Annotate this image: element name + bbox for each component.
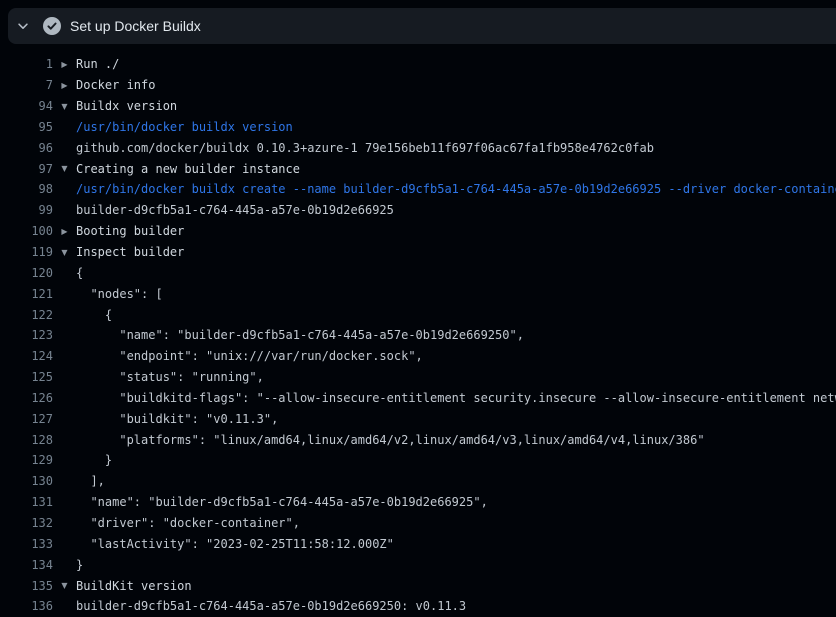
step-title: Set up Docker Buildx <box>70 18 201 34</box>
log-line: 100▶Booting builder <box>0 221 836 242</box>
log-body: 1▶Run ./7▶Docker info94▼Buildx version95… <box>0 44 836 617</box>
line-number[interactable]: 125 <box>0 370 53 384</box>
line-number[interactable]: 120 <box>0 266 53 280</box>
log-line: 136 builder-d9cfb5a1-c764-445a-a57e-0b19d… <box>0 596 836 617</box>
output-text: "lastActivity": "2023-02-25T11:58:12.000… <box>76 537 394 551</box>
output-text: } <box>76 558 83 572</box>
log-line: 128 "platforms": "linux/amd64,linux/amd6… <box>0 429 836 450</box>
line-number[interactable]: 123 <box>0 328 53 342</box>
group-title[interactable]: BuildKit version <box>76 579 192 593</box>
output-text: "nodes": [ <box>76 287 163 301</box>
log-line: 1▶Run ./ <box>0 54 836 75</box>
log-line: 126 "buildkitd-flags": "--allow-insecure… <box>0 388 836 409</box>
line-number[interactable]: 134 <box>0 558 53 572</box>
step-header[interactable]: Set up Docker Buildx <box>8 8 836 44</box>
log-line: 94▼Buildx version <box>0 96 836 117</box>
output-text: { <box>76 266 83 280</box>
group-title[interactable]: Inspect builder <box>76 245 184 259</box>
group-title[interactable]: Booting builder <box>76 224 184 238</box>
output-text: "status": "running", <box>76 370 264 384</box>
line-number[interactable]: 131 <box>0 495 53 509</box>
line-number[interactable]: 127 <box>0 412 53 426</box>
line-number[interactable]: 128 <box>0 433 53 447</box>
log-line: 124 "endpoint": "unix:///var/run/docker.… <box>0 346 836 367</box>
log-line: 122 { <box>0 304 836 325</box>
line-number[interactable]: 1 <box>0 57 53 71</box>
output-text: "buildkit": "v0.11.3", <box>76 412 278 426</box>
output-text: "endpoint": "unix:///var/run/docker.sock… <box>76 349 423 363</box>
log-line: 129 } <box>0 450 836 471</box>
command-text: /usr/bin/docker buildx create --name bui… <box>76 182 836 196</box>
line-number[interactable]: 121 <box>0 287 53 301</box>
output-text: ], <box>76 474 105 488</box>
line-number[interactable]: 126 <box>0 391 53 405</box>
log-line: 96 github.com/docker/buildx 0.10.3+azure-… <box>0 137 836 158</box>
line-number[interactable]: 129 <box>0 453 53 467</box>
group-collapsed-icon[interactable]: ▶ <box>53 60 76 69</box>
line-number[interactable]: 136 <box>0 599 53 613</box>
output-text: "name": "builder-d9cfb5a1-c764-445a-a57e… <box>76 328 524 342</box>
log-line: 130 ], <box>0 471 836 492</box>
log-line: 97▼Creating a new builder instance <box>0 158 836 179</box>
log-line: 119▼Inspect builder <box>0 242 836 263</box>
line-number[interactable]: 96 <box>0 141 53 155</box>
group-title[interactable]: Creating a new builder instance <box>76 162 300 176</box>
log-line: 121 "nodes": [ <box>0 283 836 304</box>
log-line: 133 "lastActivity": "2023-02-25T11:58:12… <box>0 533 836 554</box>
line-number[interactable]: 135 <box>0 579 53 593</box>
line-number[interactable]: 122 <box>0 308 53 322</box>
output-text: builder-d9cfb5a1-c764-445a-a57e-0b19d2e6… <box>76 599 466 613</box>
line-number[interactable]: 95 <box>0 120 53 134</box>
line-number[interactable]: 119 <box>0 245 53 259</box>
log-line: 125 "status": "running", <box>0 367 836 388</box>
output-text: "platforms": "linux/amd64,linux/amd64/v2… <box>76 433 705 447</box>
log-line: 7▶Docker info <box>0 75 836 96</box>
chevron-down-icon <box>16 19 30 33</box>
log-line: 98/usr/bin/docker buildx create --name b… <box>0 179 836 200</box>
line-number[interactable]: 7 <box>0 78 53 92</box>
group-title[interactable]: Run ./ <box>76 57 119 71</box>
group-title[interactable]: Docker info <box>76 78 155 92</box>
line-number[interactable]: 97 <box>0 162 53 176</box>
output-text: "name": "builder-d9cfb5a1-c764-445a-a57e… <box>76 495 488 509</box>
line-number[interactable]: 100 <box>0 224 53 238</box>
group-collapsed-icon[interactable]: ▶ <box>53 81 76 90</box>
output-text: "buildkitd-flags": "--allow-insecure-ent… <box>76 391 836 405</box>
line-number[interactable]: 94 <box>0 99 53 113</box>
log-line: 95/usr/bin/docker buildx version <box>0 117 836 138</box>
log-line: 120 { <box>0 262 836 283</box>
output-text: builder-d9cfb5a1-c764-445a-a57e-0b19d2e6… <box>76 203 394 217</box>
line-number[interactable]: 99 <box>0 203 53 217</box>
group-expanded-icon[interactable]: ▼ <box>53 164 76 173</box>
line-number[interactable]: 133 <box>0 537 53 551</box>
command-text: /usr/bin/docker buildx version <box>76 120 293 134</box>
collapse-step-button[interactable] <box>8 8 38 44</box>
group-collapsed-icon[interactable]: ▶ <box>53 227 76 236</box>
log-line: 134} <box>0 554 836 575</box>
log-line: 99 builder-d9cfb5a1-c764-445a-a57e-0b19d2… <box>0 200 836 221</box>
log-line: 135▼BuildKit version <box>0 575 836 596</box>
group-expanded-icon[interactable]: ▼ <box>53 581 76 590</box>
output-text: "driver": "docker-container", <box>76 516 300 530</box>
check-circle-icon <box>43 17 61 35</box>
group-expanded-icon[interactable]: ▼ <box>53 248 76 257</box>
output-text: { <box>76 308 112 322</box>
line-number[interactable]: 98 <box>0 182 53 196</box>
group-expanded-icon[interactable]: ▼ <box>53 102 76 111</box>
line-number[interactable]: 132 <box>0 516 53 530</box>
log-line: 123 "name": "builder-d9cfb5a1-c764-445a-… <box>0 325 836 346</box>
line-number[interactable]: 130 <box>0 474 53 488</box>
log-line: 132 "driver": "docker-container", <box>0 513 836 534</box>
output-text: github.com/docker/buildx 0.10.3+azure-1 … <box>76 141 654 155</box>
line-number[interactable]: 124 <box>0 349 53 363</box>
log-line: 131 "name": "builder-d9cfb5a1-c764-445a-… <box>0 492 836 513</box>
log-line: 127 "buildkit": "v0.11.3", <box>0 408 836 429</box>
output-text: } <box>76 453 112 467</box>
group-title[interactable]: Buildx version <box>76 99 177 113</box>
